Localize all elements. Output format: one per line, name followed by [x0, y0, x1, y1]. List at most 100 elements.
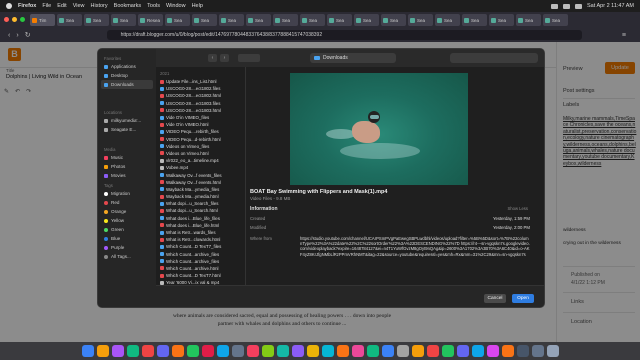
dock-app-icon[interactable] [126, 345, 139, 357]
dock-app-icon[interactable] [246, 345, 259, 357]
extensions-icon[interactable]: ≡ [622, 32, 626, 39]
file-list-item[interactable]: Vobee.mp4 [156, 164, 245, 171]
sidebar-item-movies[interactable]: Movies [98, 171, 156, 180]
browser-tab[interactable]: Sea [489, 14, 514, 26]
open-button[interactable]: Open [512, 294, 534, 303]
dock-app-icon[interactable] [201, 345, 214, 357]
file-list-item[interactable]: Which Count...D TexT7.html [156, 272, 245, 279]
sidebar-item-computer[interactable]: milkyumedia'... [98, 116, 156, 125]
dock-app-icon[interactable] [276, 345, 289, 357]
dock-app-icon[interactable] [546, 345, 559, 357]
dock-app-icon[interactable] [366, 345, 379, 357]
file-list-item[interactable]: Videos on Vimeo_files [156, 143, 245, 150]
dock-app-icon[interactable] [411, 345, 424, 357]
dock-app-icon[interactable] [486, 345, 499, 357]
menu-app-name[interactable]: Firefox [18, 3, 36, 9]
file-list-item[interactable]: Vide O'in VIMEO.html [156, 121, 245, 128]
dock-app-icon[interactable] [531, 345, 544, 357]
file-list-item[interactable]: Vide O'in VIMEO_files [156, 114, 245, 121]
browser-tab[interactable]: Sea [408, 14, 433, 26]
apple-icon[interactable] [6, 3, 12, 9]
file-list-item[interactable]: USCOG0-28....ect1802.files [156, 85, 245, 92]
browser-tab[interactable]: Sea [462, 14, 487, 26]
menu-tools[interactable]: Tools [147, 3, 160, 9]
sidebar-item-drive[interactable]: Seagate E... [98, 125, 156, 134]
sidebar-item-applications[interactable]: Applications [98, 62, 156, 71]
menu-view[interactable]: View [73, 3, 85, 9]
dock-app-icon[interactable] [171, 345, 184, 357]
browser-tab[interactable]: Sea [543, 14, 568, 26]
sidebar-tag-item[interactable]: Migration [98, 189, 156, 198]
file-list-item[interactable]: VIDEO Pequ...d-rebirth.html [156, 136, 245, 143]
file-list-item[interactable]: VIDEO Pequ....rebirth_files [156, 128, 245, 135]
folder-selector[interactable]: Downloads [310, 53, 396, 63]
dock-app-icon[interactable] [381, 345, 394, 357]
dock-app-icon[interactable] [426, 345, 439, 357]
sidebar-tag-item[interactable]: All Tags... [98, 252, 156, 261]
sidebar-tag-item[interactable]: Orange [98, 207, 156, 216]
dock-app-icon[interactable] [261, 345, 274, 357]
browser-tab[interactable]: Sea [111, 14, 136, 26]
dock-app-icon[interactable] [501, 345, 514, 357]
sidebar-item-music[interactable]: Music [98, 153, 156, 162]
close-window-icon[interactable] [4, 17, 9, 22]
dock-app-icon[interactable] [336, 345, 349, 357]
file-list-item[interactable]: What does i...Blue_life.html [156, 222, 245, 229]
file-list-item[interactable]: Walkaway Ov...f events.html [156, 179, 245, 186]
dock-app-icon[interactable] [81, 345, 94, 357]
browser-tab[interactable]: Resea [138, 14, 163, 26]
dock-app-icon[interactable] [471, 345, 484, 357]
dock-app-icon[interactable] [306, 345, 319, 357]
file-list-item[interactable]: Walkaway Ov...f events_files [156, 171, 245, 178]
browser-tab[interactable]: Sea [354, 14, 379, 26]
dock-app-icon[interactable] [351, 345, 364, 357]
file-list-item[interactable]: What is Retr...clowards.html [156, 236, 245, 243]
menu-bookmarks[interactable]: Bookmarks [114, 3, 142, 9]
browser-tab[interactable]: Sea [84, 14, 109, 26]
browser-tab[interactable]: Sea [192, 14, 217, 26]
menu-file[interactable]: File [42, 3, 51, 9]
menu-edit[interactable]: Edit [57, 3, 66, 9]
clock[interactable]: Sat Apr 2 11:47 AM [587, 3, 634, 9]
file-list-item[interactable]: USCOG0-28....ect1803.files [156, 100, 245, 107]
forward-icon[interactable]: › [220, 54, 229, 62]
file-list-item[interactable]: Which Count...archive_files [156, 251, 245, 258]
dock-app-icon[interactable] [321, 345, 334, 357]
zoom-window-icon[interactable] [20, 17, 25, 22]
sidebar-tag-item[interactable]: Green [98, 225, 156, 234]
dock-app-icon[interactable] [456, 345, 469, 357]
sidebar-tag-item[interactable]: Blue [98, 234, 156, 243]
minimize-window-icon[interactable] [12, 17, 17, 22]
browser-tab[interactable]: Sea [246, 14, 271, 26]
back-icon[interactable]: ‹ [208, 54, 217, 62]
file-list-item[interactable]: vlr022_eo_a...timeline.mp4 [156, 157, 245, 164]
dock-app-icon[interactable] [216, 345, 229, 357]
menu-window[interactable]: Window [166, 3, 186, 9]
file-list-item[interactable]: USCOG0-28....ect1802.html [156, 92, 245, 99]
wifi-icon[interactable] [551, 3, 559, 9]
file-list-item[interactable]: What dopi...u_Search.html [156, 207, 245, 214]
browser-tab[interactable]: Sea [516, 14, 541, 26]
browser-tab[interactable]: Sea [219, 14, 244, 26]
browser-tab[interactable]: Tim [30, 14, 55, 26]
back-icon[interactable]: ‹ [8, 32, 10, 39]
browser-tab[interactable]: Sea [327, 14, 352, 26]
file-list-item[interactable]: Which Count...archive.html [156, 265, 245, 272]
sidebar-tag-item[interactable]: Purple [98, 243, 156, 252]
dock-app-icon[interactable] [156, 345, 169, 357]
browser-tab[interactable]: Sea [57, 14, 82, 26]
battery-icon[interactable] [563, 3, 571, 9]
sidebar-item-photos[interactable]: Photos [98, 162, 156, 171]
sidebar-tag-item[interactable]: Red [98, 198, 156, 207]
menu-help[interactable]: Help [192, 3, 203, 9]
file-list-item[interactable]: USCOG0-28....ect1803.html [156, 107, 245, 114]
file-list-item[interactable]: Wayback Ma...ymedia.html [156, 193, 245, 200]
file-list-item[interactable]: Which Count...archive_files [156, 258, 245, 265]
file-list-item[interactable]: Update File...ins_List.html [156, 78, 245, 85]
show-less-link[interactable]: Show Less [508, 206, 528, 211]
reload-icon[interactable]: ↻ [25, 31, 31, 39]
url-field[interactable]: https://draft.blogger.com/u/0/blog/post/… [106, 30, 582, 40]
dock-app-icon[interactable] [441, 345, 454, 357]
view-mode-selector[interactable] [238, 54, 260, 62]
search-input[interactable] [450, 53, 538, 63]
